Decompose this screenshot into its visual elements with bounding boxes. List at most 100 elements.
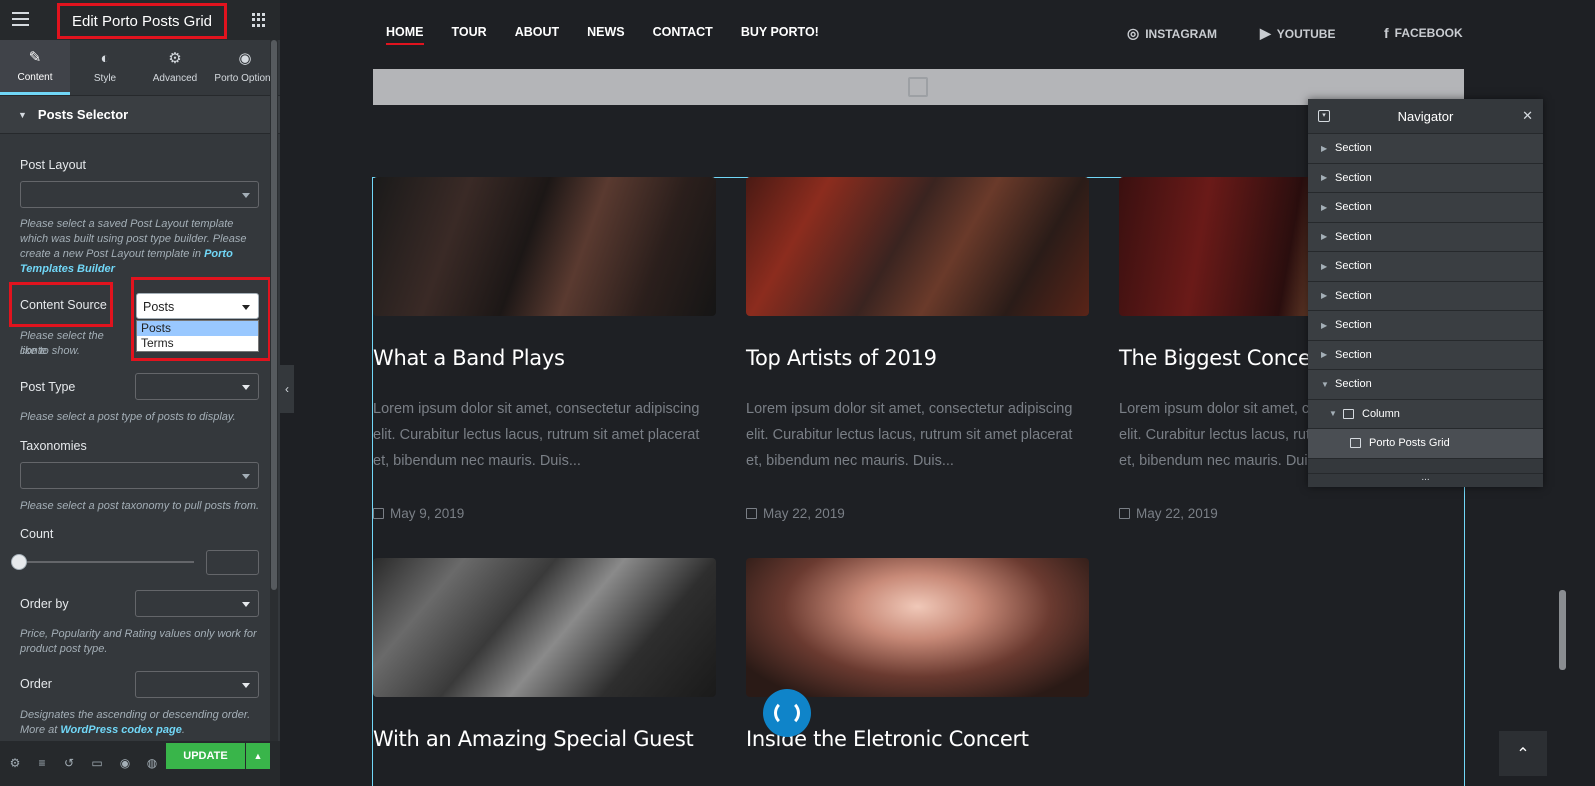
order-desc-b: More at [20, 724, 61, 736]
count-slider-handle[interactable] [11, 554, 27, 570]
pencil-icon: ✎ [28, 48, 42, 66]
navigator-section[interactable]: ▶ Section [1308, 134, 1543, 164]
nav-about[interactable]: ABOUT [515, 25, 559, 39]
youtube-icon: ▶ [1260, 25, 1271, 41]
navigator-section-expanded[interactable]: ▼ Section [1308, 370, 1543, 400]
update-options-button[interactable]: ▲ [246, 743, 270, 769]
nav-tour[interactable]: TOUR [452, 25, 487, 39]
calendar-icon [746, 508, 757, 519]
porto-icon: ◉ [238, 50, 252, 67]
post-title[interactable]: What a Band Plays [373, 346, 565, 370]
post-date-text: May 22, 2019 [1136, 506, 1218, 521]
content-source-select[interactable]: Posts [136, 293, 259, 319]
count-slider-track[interactable] [20, 561, 194, 563]
nav-contact[interactable]: CONTACT [653, 25, 713, 39]
post-excerpt: Lorem ipsum dolor sit amet, consectetur … [1119, 396, 1309, 476]
section-posts-selector[interactable]: ▼ Posts Selector [0, 96, 280, 134]
navigator-widget-posts-grid[interactable]: Porto Posts Grid [1308, 429, 1543, 459]
navigator-section[interactable]: ▶ Section [1308, 252, 1543, 282]
menu-icon[interactable] [12, 12, 29, 26]
order-desc-c: . [181, 724, 185, 736]
post-type-select[interactable] [135, 373, 259, 400]
post-title[interactable]: With an Amazing Special Guest [373, 727, 694, 751]
back-to-top-button[interactable]: ⌃ [1499, 731, 1547, 776]
panel-scrollbar[interactable] [270, 40, 278, 745]
tab-label: Style [93, 73, 117, 84]
nav-home[interactable]: HOME [386, 25, 424, 45]
post-title[interactable]: Top Artists of 2019 [746, 346, 937, 370]
post-excerpt: Lorem ipsum dolor sit amet, consectetur … [746, 401, 1073, 469]
navigator-item-label: Section [1335, 230, 1372, 243]
social-instagram[interactable]: ◎ INSTAGRAM [1127, 25, 1217, 42]
column-icon [1343, 408, 1354, 419]
history-icon[interactable]: ↺ [62, 756, 76, 770]
settings-icon[interactable]: ⚙ [8, 756, 22, 770]
loading-spinner-icon [763, 689, 811, 737]
social-youtube[interactable]: ▶ YOUTUBE [1260, 25, 1335, 42]
post-title[interactable]: The Biggest Concer [1119, 346, 1319, 370]
layers-icon[interactable]: ≡ [35, 756, 49, 770]
caret-down-icon: ▼ [18, 109, 27, 120]
navigator-section[interactable]: ▶ Section [1308, 311, 1543, 341]
tab-label: Advanced [152, 73, 198, 84]
navigator-section[interactable]: ▶ Section [1308, 340, 1543, 370]
navigator-item-label: Porto Posts Grid [1369, 437, 1450, 450]
collapse-panel-button[interactable]: ‹ [280, 365, 294, 413]
post-image[interactable] [746, 177, 1089, 316]
navigator-section[interactable]: ▶ Section [1308, 222, 1543, 252]
navigator-item-label: Section [1335, 289, 1372, 302]
elementor-editor: Edit Porto Posts Grid ✎ Content ◐ Style … [0, 0, 1595, 786]
page-scrollbar-thumb[interactable] [1559, 590, 1566, 670]
wordpress-codex-link[interactable]: WordPress codex page [60, 724, 181, 736]
navigator-section[interactable]: ▶ Section [1308, 193, 1543, 223]
post-layout-select[interactable] [20, 181, 259, 208]
collapse-all-icon[interactable]: ▾ [1318, 110, 1330, 122]
content-source-description-2: like to show. [20, 344, 132, 359]
option-terms[interactable]: Terms [137, 336, 258, 351]
tab-content[interactable]: ✎ Content [0, 40, 70, 95]
tab-style[interactable]: ◐ Style [70, 40, 140, 95]
nav-news[interactable]: NEWS [587, 25, 625, 39]
navigator-item-label: Section [1335, 319, 1372, 332]
panel-title: Edit Porto Posts Grid [57, 3, 227, 39]
chevron-left-icon: ‹ [285, 382, 289, 396]
social-facebook[interactable]: f FACEBOOK [1384, 25, 1463, 41]
order-by-select[interactable] [135, 590, 259, 617]
instagram-icon: ◎ [1127, 25, 1140, 41]
caret-right-icon: ▶ [1321, 350, 1328, 360]
navigator-header[interactable]: ▾ Navigator ✕ [1308, 99, 1543, 134]
social-label: FACEBOOK [1394, 26, 1463, 40]
porto-settings-icon[interactable]: ◍ [145, 756, 159, 770]
order-by-label: Order by [20, 597, 69, 611]
post-image[interactable] [373, 177, 716, 316]
navigator-resize-handle[interactable]: ... [1308, 473, 1543, 487]
post-date: May 9, 2019 [373, 506, 464, 521]
panel-scrollbar-thumb[interactable] [271, 40, 277, 590]
option-posts[interactable]: Posts [137, 321, 258, 336]
responsive-icon[interactable]: ▭ [90, 756, 104, 770]
navigator-section[interactable]: ▶ Section [1308, 281, 1543, 311]
tab-advanced[interactable]: ⚙ Advanced [140, 40, 210, 95]
navigator-item-label: Column [1362, 407, 1400, 420]
order-select[interactable] [135, 671, 259, 698]
image-placeholder-icon [908, 77, 928, 97]
preview-eye-icon[interactable]: ◉ [118, 756, 132, 770]
nav-buy-porto[interactable]: BUY PORTO! [741, 25, 819, 39]
chevron-down-icon [242, 193, 250, 198]
content-source-label: Content Source [20, 298, 107, 312]
close-icon[interactable]: ✕ [1522, 108, 1533, 124]
caret-down-icon: ▼ [1329, 409, 1337, 419]
post-image[interactable] [746, 558, 1089, 697]
caret-right-icon: ▶ [1321, 232, 1328, 242]
chevron-down-icon [242, 602, 250, 607]
order-by-description: Price, Popularity and Rating values only… [20, 628, 257, 655]
navigator-section[interactable]: ▶ Section [1308, 163, 1543, 193]
taxonomies-select[interactable] [20, 462, 259, 489]
update-button[interactable]: UPDATE [166, 743, 245, 769]
widgets-grid-icon[interactable] [252, 13, 266, 27]
count-input[interactable] [206, 550, 259, 575]
social-label: YOUTUBE [1276, 26, 1336, 41]
post-image[interactable] [373, 558, 716, 697]
navigator-column[interactable]: ▼ Column [1308, 399, 1543, 429]
order-label: Order [20, 677, 52, 691]
